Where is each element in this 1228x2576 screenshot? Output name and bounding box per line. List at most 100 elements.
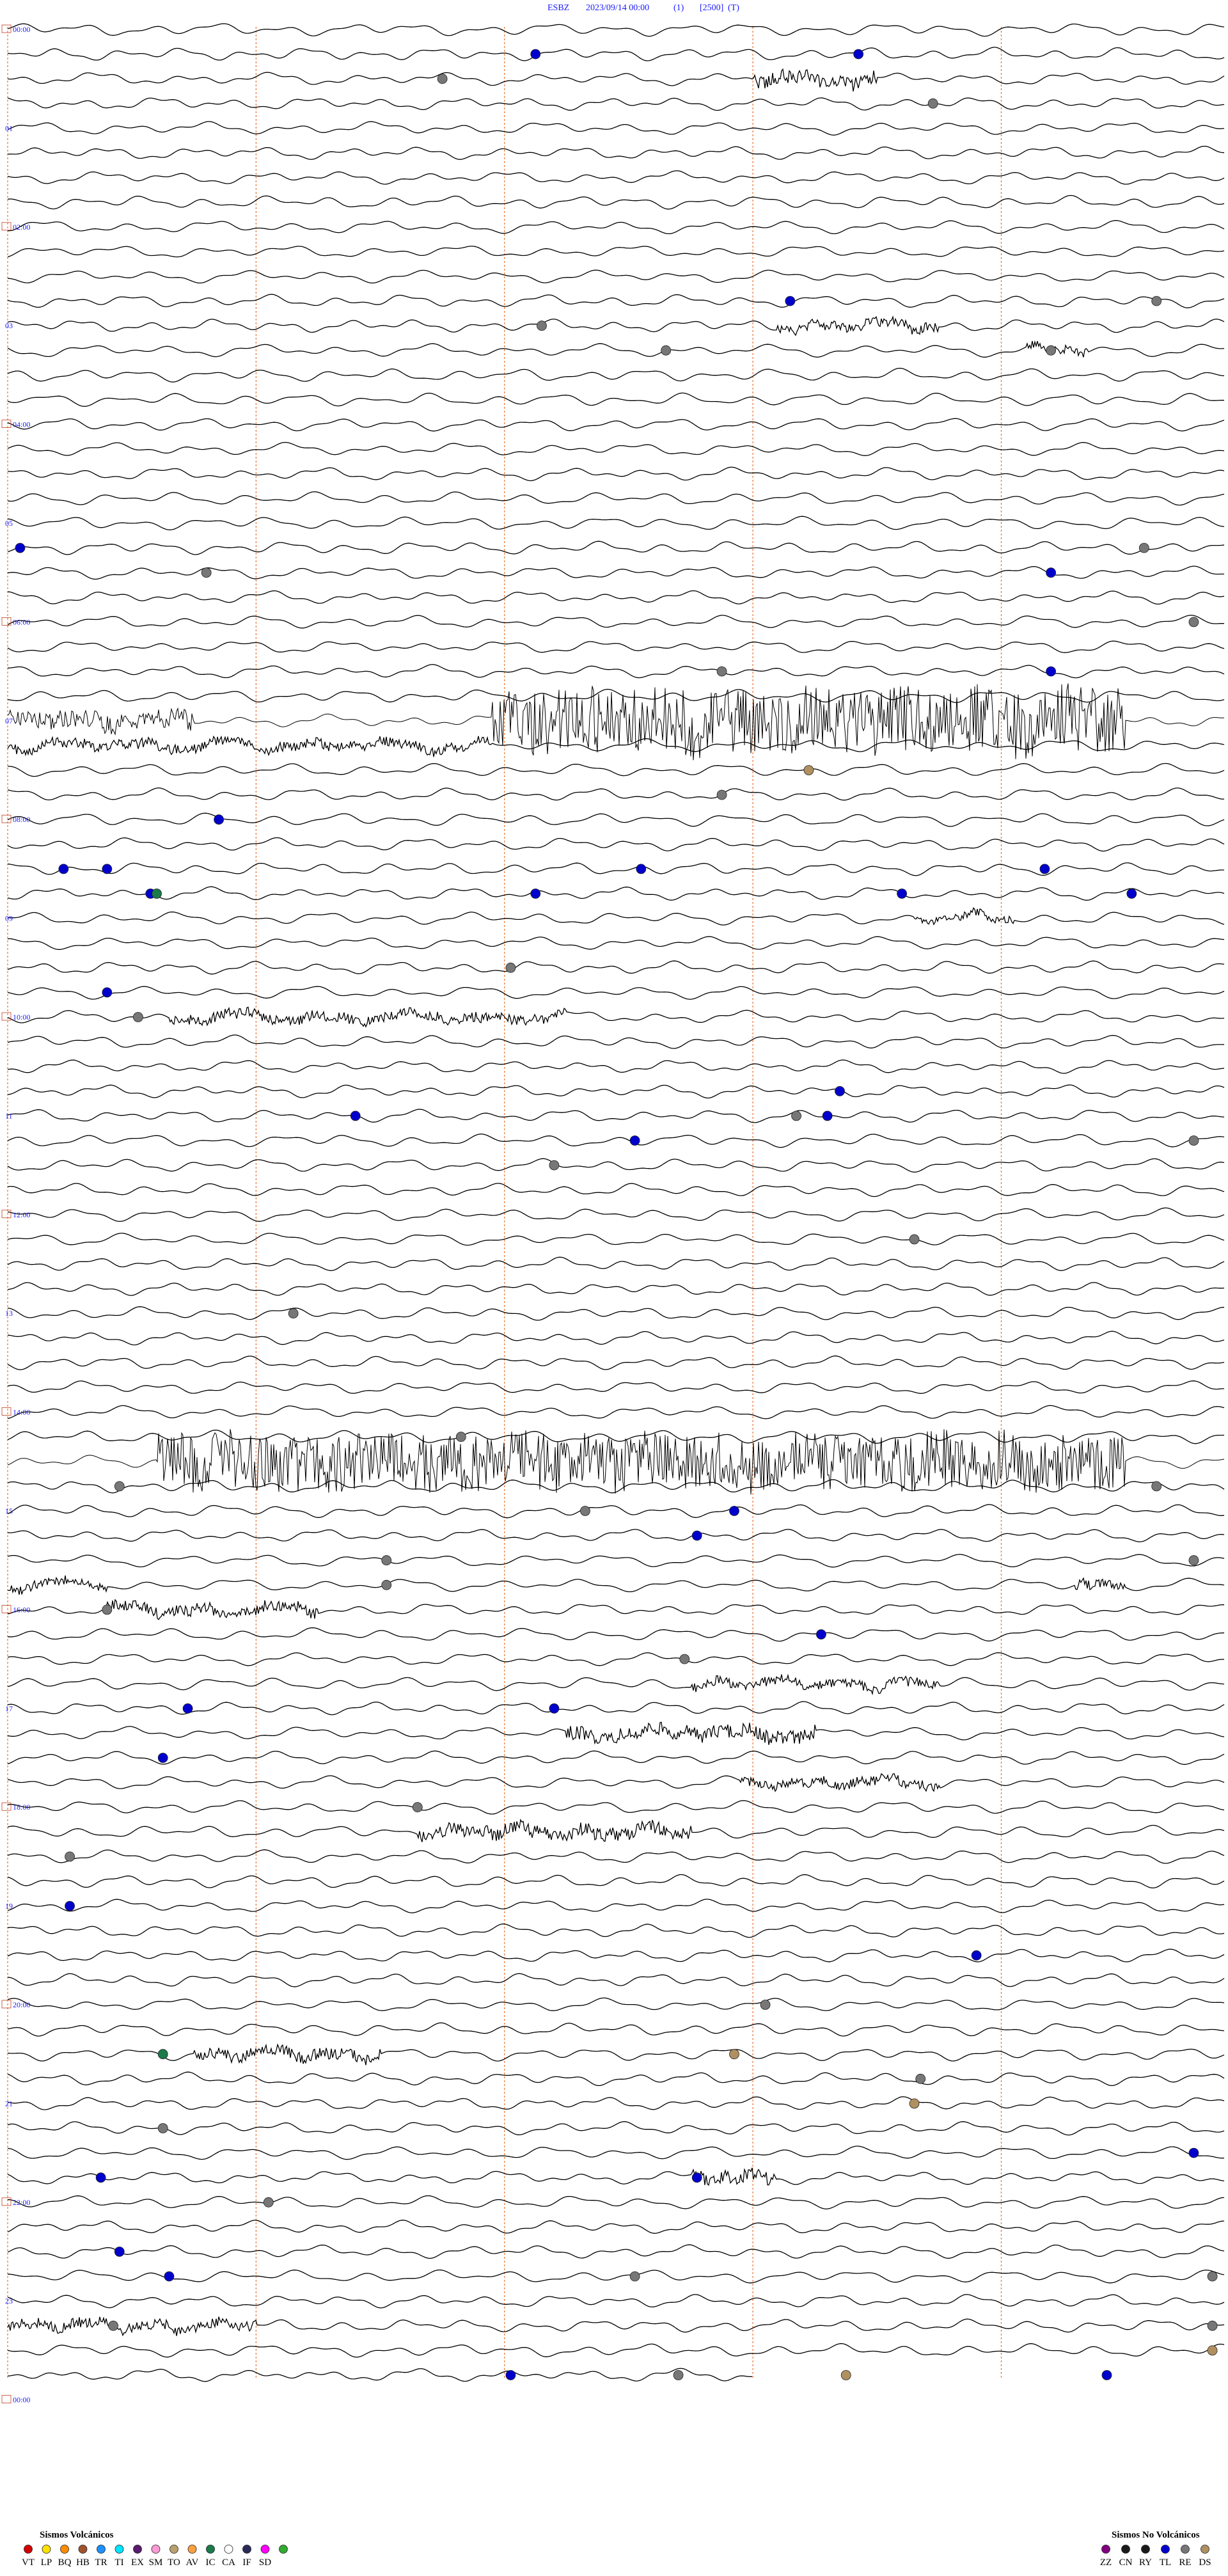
time-label: 10:00 [13, 1013, 30, 1022]
hour-mark: 05 [5, 519, 13, 528]
seismic-trace [7, 1924, 1225, 1938]
event-marker-tl [1101, 2370, 1112, 2380]
seismic-trace [7, 1504, 1225, 1519]
event-marker-ds [1207, 2345, 1218, 2356]
seismic-trace [7, 1948, 1225, 1963]
time-label: 06:00 [13, 617, 30, 626]
seismic-trace [8, 1575, 1225, 1595]
seismic-trace [7, 2269, 1225, 2284]
event-marker-re [263, 2197, 274, 2208]
event-marker-re [629, 2271, 640, 2282]
seismic-trace [7, 2343, 1225, 2358]
event-marker-re [114, 1481, 125, 1492]
seismic-trace [7, 907, 1225, 926]
event-marker-re [132, 1012, 143, 1022]
event-marker-re [1188, 1135, 1199, 1146]
seismic-trace [7, 960, 1225, 975]
event-marker-tl [65, 1900, 75, 1911]
seismic-trace [7, 1158, 1225, 1173]
hour-mark: 03 [5, 321, 13, 330]
event-marker-re [437, 74, 448, 84]
event-marker-re [108, 2320, 118, 2331]
event-marker-ic [152, 889, 162, 899]
event-marker-ds [729, 2049, 739, 2060]
event-marker-tl [58, 864, 69, 874]
time-label: 12:00 [13, 1210, 30, 1219]
seismic-trace [7, 97, 1225, 111]
event-marker-tl [102, 864, 113, 874]
legend-swatch [97, 2545, 106, 2554]
seismic-trace [7, 1355, 1225, 1370]
seismic-trace [8, 763, 1225, 777]
event-marker-re [679, 1654, 690, 1664]
hour-mark: 23 [5, 2296, 13, 2305]
seismic-trace [7, 1207, 1225, 1222]
legend-swatch [242, 2545, 251, 2554]
hour-mark: 11 [5, 1111, 13, 1120]
seismic-trace [7, 441, 1225, 456]
seismic-trace [7, 1429, 1225, 1495]
legend-label: ZZ [1100, 2557, 1112, 2568]
event-marker-tl [1046, 567, 1057, 578]
seismic-trace [8, 2195, 1225, 2209]
seismic-trace [7, 986, 1225, 1000]
event-marker-tl [1126, 889, 1137, 899]
event-marker-re [505, 962, 516, 973]
seismic-trace [7, 170, 1225, 185]
event-marker-tl [1188, 2147, 1199, 2158]
event-marker-re [1188, 1555, 1199, 1566]
event-marker-tl [102, 987, 113, 998]
legend-label: TO [168, 2557, 180, 2568]
seismic-trace [7, 1109, 1225, 1123]
event-marker-tl [549, 1703, 560, 1714]
event-marker-re [537, 320, 547, 331]
event-marker-ic [157, 2049, 168, 2060]
time-label: 14:00 [13, 1408, 30, 1417]
hour-mark: 19 [5, 1902, 13, 1911]
hour-mark: 01 [5, 123, 13, 132]
seismic-trace [7, 340, 1225, 358]
hour-mark: 21 [5, 2099, 13, 2108]
legend-label: TL [1160, 2557, 1171, 2568]
seismic-trace [7, 1183, 1225, 1197]
time-label-box [1, 1012, 12, 1021]
legend-label: AV [186, 2557, 199, 2568]
seismic-trace [7, 68, 1225, 92]
seismic-trace [7, 121, 1225, 136]
event-marker-re [1207, 2320, 1218, 2331]
time-label-box [1, 1210, 12, 1219]
legend-swatch [206, 2545, 215, 2554]
legend-nonvolcanic: Sismos No Volcánicos ZZ CN RY TL RE DS [1100, 2530, 1211, 2568]
seismic-trace [7, 1673, 1225, 1696]
legend-swatch [260, 2545, 270, 2554]
header-field-2: [2500] [700, 3, 723, 13]
seismic-trace [7, 1627, 1225, 1642]
seismic-trace [7, 367, 1225, 383]
legend-swatch [1181, 2545, 1190, 2554]
seismic-trace [7, 2121, 1225, 2136]
legend-label: IC [206, 2557, 216, 2568]
seismic-trace [7, 2367, 753, 2382]
event-marker-tl [164, 2271, 175, 2282]
legend-label: LP [41, 2557, 52, 2568]
seismic-trace [7, 47, 1225, 61]
seismic-trace [7, 1233, 1225, 1246]
event-marker-tl [530, 49, 541, 59]
legend-swatch [114, 2545, 124, 2554]
seismic-trace [7, 1554, 1225, 1568]
seismic-traces [7, 23, 1225, 2382]
legend-label: TI [114, 2557, 123, 2568]
seismic-trace [7, 812, 1225, 827]
event-marker-re [201, 567, 212, 578]
seismic-trace [7, 837, 1225, 852]
header-field-1: (1) [673, 3, 684, 13]
legend-label: CN [1119, 2557, 1133, 2568]
event-marker-tl [629, 1135, 640, 1146]
legend-label: RE [1179, 2557, 1191, 2568]
seismic-trace [7, 220, 1225, 235]
seismic-trace [7, 2071, 1225, 2087]
legend-swatch [279, 2545, 288, 2554]
seismic-trace [7, 294, 1225, 308]
legend-swatch [1141, 2545, 1150, 2554]
seismic-trace [7, 23, 1225, 37]
